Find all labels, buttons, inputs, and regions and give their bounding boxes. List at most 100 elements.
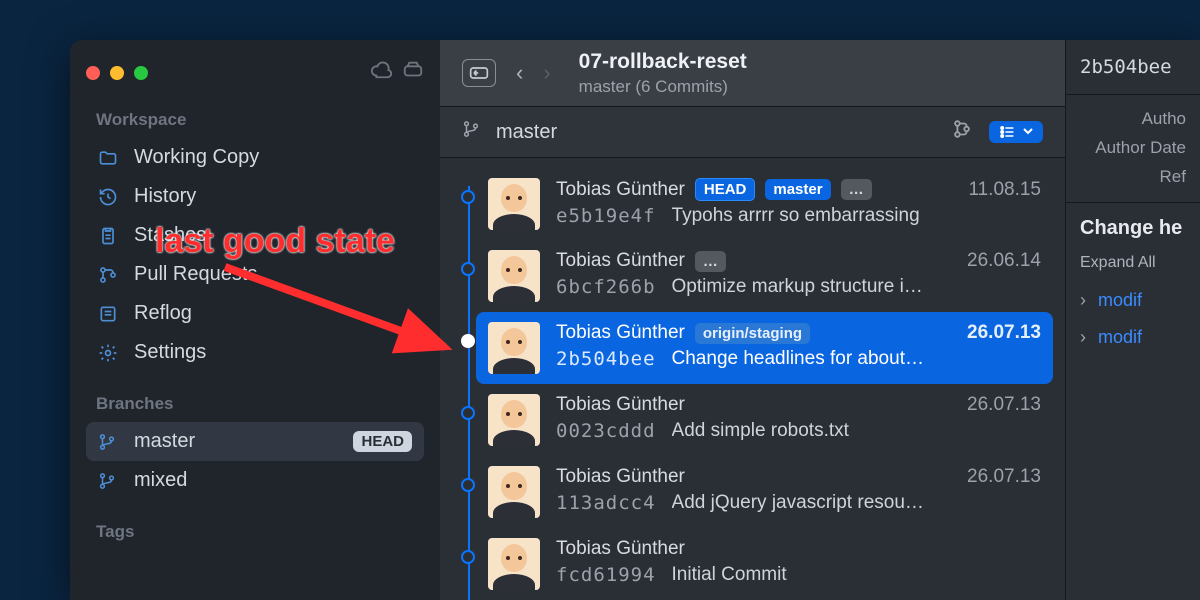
sidebar-item-label: Pull Requests <box>134 263 257 286</box>
sidebar-item-pull-requests[interactable]: Pull Requests <box>86 255 424 294</box>
commit-row[interactable]: Tobias Günther26.07.130023cdddAdd simple… <box>476 384 1053 456</box>
branch-icon <box>462 119 480 145</box>
sidebar-item-icon <box>98 343 120 363</box>
sidebar-item-label: Working Copy <box>134 146 259 169</box>
minimize-window-button[interactable] <box>110 66 124 80</box>
sidebar-item-label: Settings <box>134 341 206 364</box>
commit-hash: e5b19e4f <box>556 205 656 227</box>
sidebar: Workspace Working Copy History Stashes Pull… <box>70 40 440 600</box>
commit-row[interactable]: Tobias Günther HEAD master … 11.08.15 e5b19e4… <box>476 168 1053 240</box>
repo-name: 07-rollback-reset <box>579 49 747 75</box>
commit-row[interactable]: Tobias Günther … 26.06.14 6bcf266b Optimize … <box>476 240 1053 312</box>
commit-hash: 0023cddd <box>556 420 656 442</box>
graph-node <box>461 406 475 420</box>
detail-meta-row: Ref <box>1080 163 1186 192</box>
commit-date: 26.06.14 <box>967 250 1041 272</box>
sidebar-item-icon <box>98 265 120 285</box>
chevron-right-icon: › <box>1080 327 1086 348</box>
sidebar-branch-master[interactable]: masterHEAD <box>86 422 424 461</box>
cloud-icon[interactable] <box>370 59 392 87</box>
commit-hash: fcd61994 <box>556 564 656 586</box>
ref-tag-remote[interactable]: origin/staging <box>695 323 810 344</box>
changed-file-row[interactable]: › modif <box>1066 282 1200 319</box>
commit-author: Tobias Günther <box>556 179 685 201</box>
head-badge: HEAD <box>353 431 412 452</box>
window-titlebar <box>86 58 424 88</box>
commit-date: 11.08.15 <box>968 179 1041 201</box>
graph-node <box>461 334 475 348</box>
detail-subject: Change he <box>1066 203 1200 254</box>
commit-hash: 113adcc4 <box>556 492 656 514</box>
commit-message: Typohs arrrr so embarrassing <box>672 205 920 227</box>
sidebar-branch-mixed[interactable]: mixed <box>86 461 424 500</box>
fullscreen-window-button[interactable] <box>134 66 148 80</box>
commit-author: Tobias Günther <box>556 322 685 344</box>
commit-author: Tobias Günther <box>556 538 685 560</box>
center-pane: ‹ › 07-rollback-reset master (6 Commits)… <box>440 40 1065 600</box>
branch-bar: master <box>440 106 1065 158</box>
author-avatar <box>488 250 540 302</box>
sidebar-item-icon <box>98 148 120 168</box>
sidebar-item-icon <box>98 304 120 324</box>
commit-date: 26.07.13 <box>967 394 1041 416</box>
commit-message: Optimize markup structure i… <box>672 276 923 298</box>
author-avatar <box>488 178 540 230</box>
back-to-repo-button[interactable] <box>462 59 496 87</box>
graph-node <box>461 190 475 204</box>
sidebar-item-settings[interactable]: Settings <box>86 333 424 372</box>
commit-hash: 2b504bee <box>556 348 656 370</box>
ref-tag-master[interactable]: master <box>765 179 830 200</box>
repo-subtitle: master (6 Commits) <box>579 76 747 97</box>
current-branch-name[interactable]: master <box>496 121 557 144</box>
commit-author: Tobias Günther <box>556 466 685 488</box>
main-area: ‹ › 07-rollback-reset master (6 Commits)… <box>440 40 1200 600</box>
close-window-button[interactable] <box>86 66 100 80</box>
sidebar-item-reflog[interactable]: Reflog <box>86 294 424 333</box>
detail-pane: 2b504bee AuthoAuthor DateRef Change he E… <box>1065 40 1200 600</box>
commit-row[interactable]: Tobias Günther 26.07.13 113adcc4 Add jQuery… <box>476 456 1053 528</box>
commit-message: Add jQuery javascript resou… <box>672 492 924 514</box>
section-label-branches: Branches <box>96 394 424 414</box>
commit-hash: 6bcf266b <box>556 276 656 298</box>
changed-file-row[interactable]: ›modif <box>1066 319 1200 356</box>
disk-icon[interactable] <box>402 59 424 87</box>
view-mode-dropdown[interactable] <box>989 121 1043 143</box>
sidebar-item-stashes[interactable]: Stashes <box>86 216 424 255</box>
graph-node <box>461 550 475 564</box>
author-avatar <box>488 322 540 374</box>
author-avatar <box>488 394 540 446</box>
commit-message: Initial Commit <box>672 564 787 586</box>
nav-back-button[interactable]: ‹ <box>516 60 523 86</box>
commit-list[interactable]: Tobias Günther HEAD master … 11.08.15 e5b19e4… <box>440 158 1065 600</box>
sidebar-item-icon <box>98 226 120 246</box>
branch-label: mixed <box>134 469 187 492</box>
commit-graph-line <box>468 186 470 600</box>
detail-meta-row: Autho <box>1080 105 1186 134</box>
author-avatar <box>488 466 540 518</box>
section-label-workspace: Workspace <box>96 110 424 130</box>
ref-tag-head[interactable]: HEAD <box>695 178 756 201</box>
detail-meta-row: Author Date <box>1080 134 1186 163</box>
commit-date: 26.07.13 <box>967 466 1041 488</box>
compare-icon[interactable] <box>951 118 973 146</box>
graph-node <box>461 262 475 276</box>
commit-row[interactable]: Tobias Günther origin/staging 26.07.13 2b50… <box>476 312 1053 384</box>
author-avatar <box>488 538 540 590</box>
commit-date: 26.07.13 <box>967 322 1041 344</box>
ref-tag-more[interactable]: … <box>841 179 872 200</box>
commit-message: Add simple robots.txt <box>672 420 849 442</box>
branch-icon <box>98 471 120 491</box>
sidebar-item-working-copy[interactable]: Working Copy <box>86 138 424 177</box>
branch-icon <box>98 432 120 452</box>
commit-row[interactable]: Tobias Günther fcd61994 Initial Commit <box>476 528 1053 600</box>
changed-file-name: modif <box>1098 290 1142 311</box>
expand-all-button[interactable]: Expand All <box>1066 254 1200 282</box>
sidebar-item-label: History <box>134 185 196 208</box>
chevron-right-icon: › <box>1080 290 1086 311</box>
sidebar-item-history[interactable]: History <box>86 177 424 216</box>
commit-author: Tobias Günther <box>556 250 685 272</box>
section-label-tags: Tags <box>96 522 424 542</box>
nav-forward-button: › <box>543 60 550 86</box>
ref-tag-more[interactable]: … <box>695 251 726 272</box>
traffic-lights <box>86 66 148 80</box>
